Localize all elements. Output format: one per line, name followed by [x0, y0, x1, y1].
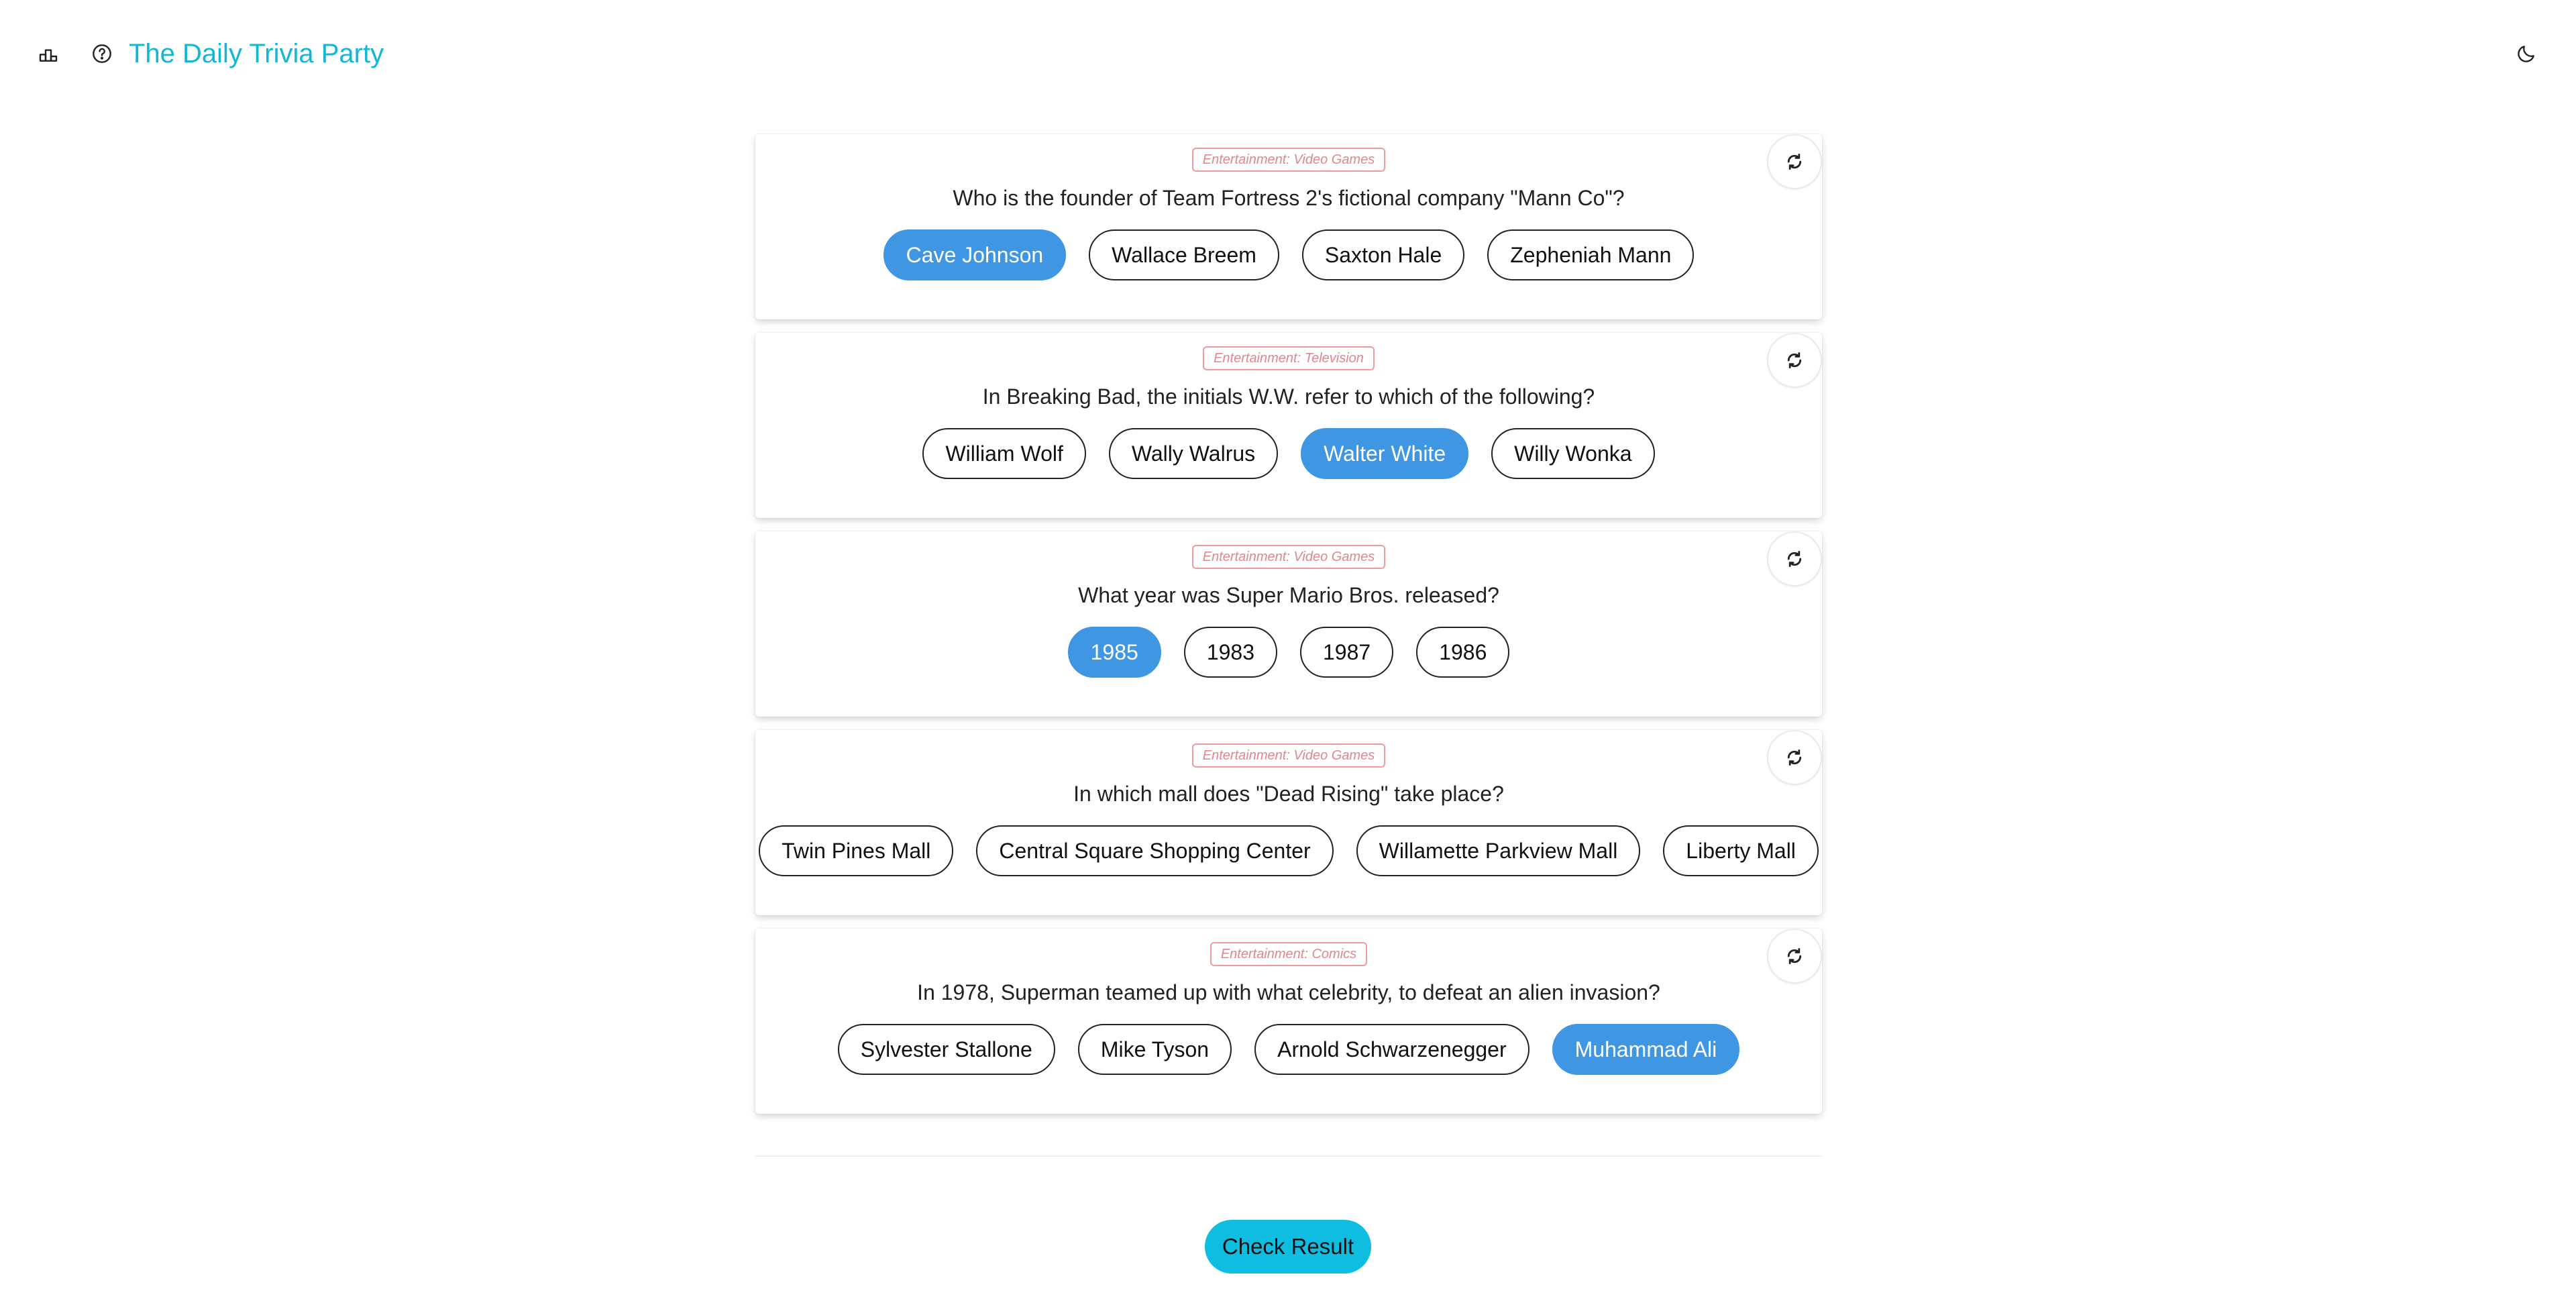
category-badge: Entertainment: Comics: [1210, 942, 1368, 966]
answer-button[interactable]: Liberty Mall: [1663, 825, 1819, 876]
answer-button[interactable]: 1985: [1067, 627, 1161, 678]
question-card: Entertainment: Video Games What year was …: [755, 531, 1822, 717]
answer-button[interactable]: Mike Tyson: [1077, 1024, 1232, 1075]
answer-button[interactable]: Willamette Parkview Mall: [1356, 825, 1641, 876]
question-text: In Breaking Bad, the initials W.W. refer…: [982, 384, 1595, 409]
question-card: Entertainment: Television In Breaking Bad…: [755, 333, 1822, 518]
moon-icon[interactable]: [2514, 42, 2538, 66]
divider: [755, 1155, 1822, 1157]
refresh-icon: [1787, 551, 1802, 567]
answer-button[interactable]: Cave Johnson: [883, 229, 1067, 280]
answer-button[interactable]: Arnold Schwarzenegger: [1254, 1024, 1529, 1075]
answer-options: 1985 1983 1987 1986: [755, 627, 1822, 678]
answer-button[interactable]: 1983: [1183, 627, 1277, 678]
answer-button[interactable]: William Wolf: [922, 428, 1086, 479]
answer-options: Sylvester Stallone Mike Tyson Arnold Schwa…: [755, 1024, 1822, 1075]
answer-options: William Wolf Wally Walrus Walter White Will…: [755, 428, 1822, 479]
answer-button[interactable]: Sylvester Stallone: [837, 1024, 1055, 1075]
refresh-icon: [1787, 154, 1802, 170]
question-card: Entertainment: Video Games In which mall …: [755, 730, 1822, 915]
answer-button[interactable]: 1987: [1300, 627, 1394, 678]
refresh-question-button[interactable]: [1767, 531, 1822, 586]
app-header: The Daily Trivia Party: [0, 0, 2576, 107]
category-badge: Entertainment: Video Games: [1191, 545, 1386, 569]
answer-button[interactable]: Twin Pines Mall: [759, 825, 954, 876]
answer-button[interactable]: Wally Walrus: [1108, 428, 1279, 479]
answer-button[interactable]: Willy Wonka: [1491, 428, 1655, 479]
answer-button[interactable]: Zepheniah Mann: [1487, 229, 1695, 280]
answer-button[interactable]: Central Square Shopping Center: [976, 825, 1334, 876]
answer-button[interactable]: Muhammad Ali: [1552, 1024, 1740, 1075]
refresh-icon: [1787, 749, 1802, 766]
question-card: Entertainment: Video Games Who is the fou…: [755, 134, 1822, 319]
refresh-icon: [1787, 948, 1802, 964]
refresh-question-button[interactable]: [1767, 730, 1822, 785]
refresh-question-button[interactable]: [1767, 333, 1822, 388]
question-text: In 1978, Superman teamed up with what ce…: [917, 980, 1660, 1004]
refresh-question-button[interactable]: [1767, 929, 1822, 984]
category-badge: Entertainment: Video Games: [1191, 743, 1386, 768]
refresh-question-button[interactable]: [1767, 134, 1822, 189]
question-text: What year was Super Mario Bros. released…: [1078, 583, 1499, 607]
help-icon[interactable]: [90, 42, 114, 66]
app-title[interactable]: The Daily Trivia Party: [129, 36, 384, 71]
category-badge: Entertainment: Television: [1203, 346, 1375, 370]
answer-options: Twin Pines Mall Central Square Shopping C…: [755, 825, 1822, 876]
refresh-icon: [1787, 352, 1802, 368]
question-text: Who is the founder of Team Fortress 2's …: [953, 186, 1625, 210]
podium-icon[interactable]: [36, 42, 60, 66]
category-badge: Entertainment: Video Games: [1191, 148, 1386, 172]
question-card: Entertainment: Comics In 1978, Superman t…: [755, 929, 1822, 1114]
question-list: Entertainment: Video Games Who is the fou…: [755, 134, 1822, 1127]
question-text: In which mall does "Dead Rising" take pl…: [1073, 782, 1504, 806]
answer-button[interactable]: Walter White: [1301, 428, 1469, 479]
answer-options: Cave Johnson Wallace Breem Saxton Hale Zeph…: [755, 229, 1822, 280]
check-result-button[interactable]: Check Result: [1205, 1220, 1371, 1274]
answer-button[interactable]: Wallace Breem: [1089, 229, 1279, 280]
answer-button[interactable]: 1986: [1416, 627, 1510, 678]
answer-button[interactable]: Saxton Hale: [1301, 229, 1465, 280]
